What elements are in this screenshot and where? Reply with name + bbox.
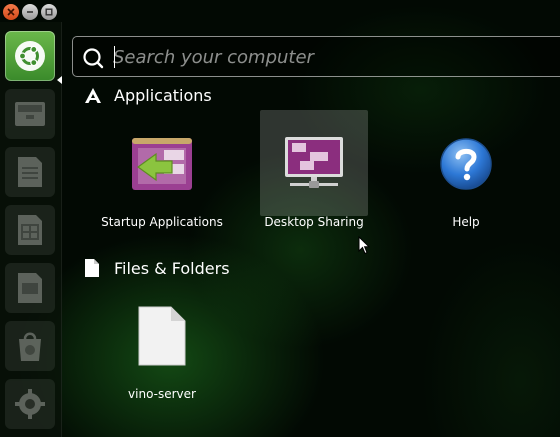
applications-section-header[interactable]: Applications — [84, 86, 212, 105]
launcher-calc[interactable] — [5, 205, 55, 255]
impress-icon — [18, 273, 42, 303]
minimize-icon — [27, 11, 33, 13]
file-icon — [138, 306, 186, 366]
dash-home-button[interactable] — [5, 31, 55, 81]
files-section-header[interactable]: Files & Folders — [84, 258, 230, 278]
applications-icon — [85, 87, 101, 103]
close-button[interactable] — [3, 4, 19, 20]
close-icon — [7, 8, 15, 16]
writer-icon — [18, 157, 42, 187]
launcher-active-indicator — [57, 76, 62, 84]
software-center-icon — [19, 332, 41, 361]
app-help[interactable]: Help — [412, 110, 520, 229]
app-label: Desktop Sharing — [264, 215, 364, 229]
files-section-title: Files & Folders — [114, 258, 230, 278]
desktop-sharing-icon — [285, 137, 343, 188]
mouse-pointer-icon — [358, 236, 370, 255]
app-startup-applications[interactable]: Startup Applications — [101, 110, 223, 229]
settings-icon — [15, 389, 45, 419]
launcher-software-center[interactable] — [5, 321, 55, 371]
file-vino-server[interactable]: vino-server — [108, 282, 216, 401]
files-icon — [15, 102, 45, 126]
maximize-button[interactable] — [41, 4, 57, 20]
help-icon — [440, 138, 492, 190]
dash-overlay: Applications Startup Applications — [0, 0, 560, 437]
calc-icon — [18, 215, 42, 245]
app-label: Help — [452, 215, 480, 229]
minimize-button[interactable] — [22, 4, 38, 20]
maximize-icon — [45, 8, 53, 16]
launcher-settings[interactable] — [5, 379, 55, 429]
launcher-impress[interactable] — [5, 263, 55, 313]
applications-section-title: Applications — [114, 86, 212, 105]
file-label: vino-server — [128, 387, 196, 401]
document-icon — [85, 259, 99, 277]
launcher-files[interactable] — [5, 89, 55, 139]
app-desktop-sharing[interactable]: Desktop Sharing — [260, 110, 368, 229]
search-input[interactable] — [113, 44, 553, 70]
launcher — [0, 22, 62, 437]
launcher-writer[interactable] — [5, 147, 55, 197]
text-cursor — [114, 46, 115, 68]
search-icon — [83, 48, 104, 69]
ubuntu-logo-icon — [15, 41, 45, 71]
app-label: Startup Applications — [101, 215, 223, 229]
search-box[interactable] — [72, 36, 560, 77]
startup-applications-icon — [132, 138, 192, 190]
